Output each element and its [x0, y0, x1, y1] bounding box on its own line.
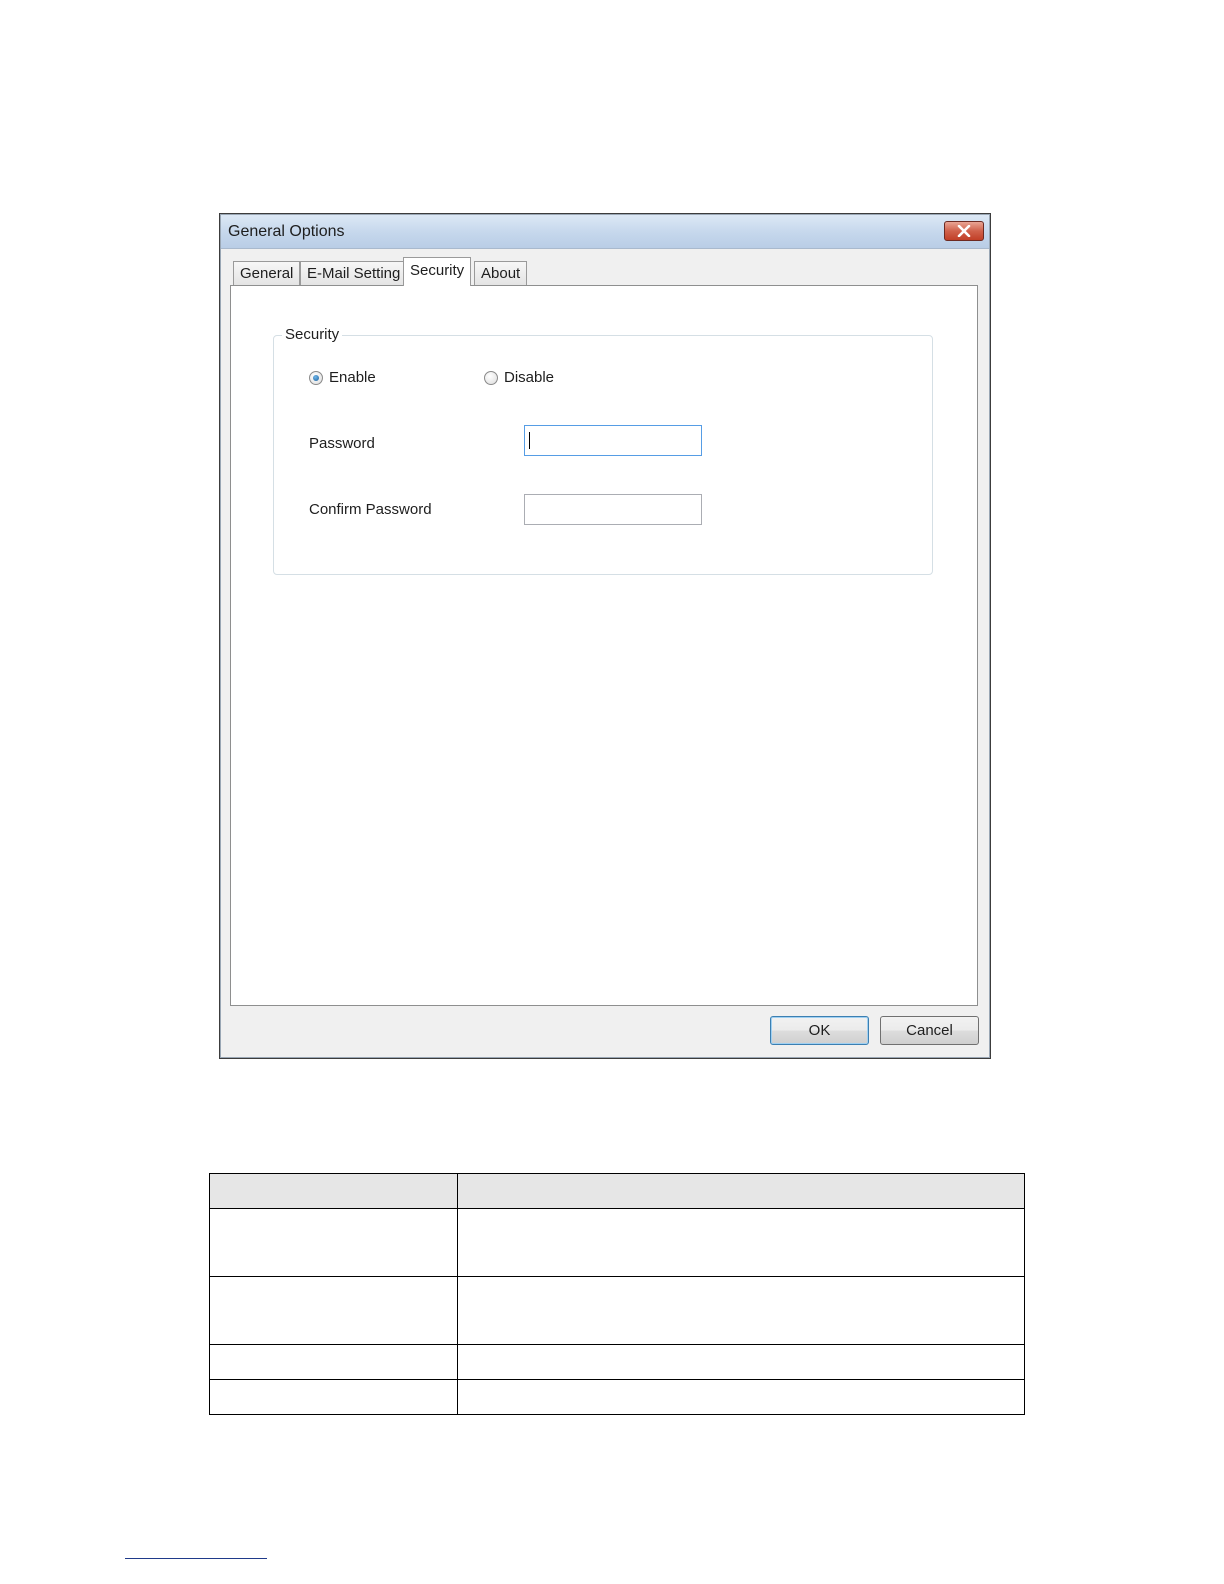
table-cell — [457, 1379, 1025, 1415]
ok-button[interactable]: OK — [770, 1016, 869, 1045]
confirm-password-label: Confirm Password — [309, 501, 432, 518]
disable-radio[interactable]: Disable — [484, 369, 554, 386]
cancel-button[interactable]: Cancel — [880, 1016, 979, 1045]
table-cell — [209, 1208, 458, 1277]
description-table — [209, 1173, 1025, 1415]
security-group-legend: Security — [282, 326, 343, 343]
security-groupbox: Security Enable Disable Password Confirm… — [273, 326, 933, 575]
table-row — [209, 1276, 1025, 1345]
table-cell — [209, 1276, 458, 1345]
table-cell — [457, 1344, 1025, 1380]
confirm-password-field[interactable] — [524, 494, 702, 525]
radio-unchecked-icon[interactable] — [484, 370, 498, 385]
tab-about[interactable]: About — [474, 261, 528, 286]
table-cell — [457, 1276, 1025, 1345]
password-field[interactable] — [524, 425, 702, 456]
table-header-cell — [457, 1173, 1025, 1209]
table-row — [209, 1344, 1025, 1380]
footnote-separator — [125, 1558, 267, 1559]
table-cell — [457, 1208, 1025, 1277]
enable-radio-label: Enable — [329, 369, 376, 386]
security-tab-panel: Security Enable Disable Password Confirm… — [230, 285, 978, 1006]
title-bar[interactable]: General Options — [221, 215, 989, 249]
tab-email-setting[interactable]: E-Mail Setting — [300, 261, 408, 286]
tab-general[interactable]: General — [233, 261, 301, 286]
table-cell — [209, 1344, 458, 1380]
radio-checked-icon[interactable] — [309, 370, 323, 385]
enable-radio[interactable]: Enable — [309, 369, 376, 386]
table-row — [209, 1208, 1025, 1277]
general-options-dialog: General Options General E-Mail Setting S… — [219, 213, 991, 1059]
table-row — [209, 1379, 1025, 1415]
table-header-row — [209, 1173, 1025, 1209]
table-cell — [209, 1379, 458, 1415]
disable-radio-label: Disable — [504, 369, 555, 386]
close-button[interactable] — [944, 221, 984, 241]
table-header-cell — [209, 1173, 458, 1209]
password-label: Password — [309, 435, 375, 452]
close-icon — [957, 225, 971, 237]
tab-security[interactable]: Security — [403, 257, 472, 286]
dialog-title: General Options — [228, 223, 345, 240]
text-caret — [529, 432, 530, 449]
